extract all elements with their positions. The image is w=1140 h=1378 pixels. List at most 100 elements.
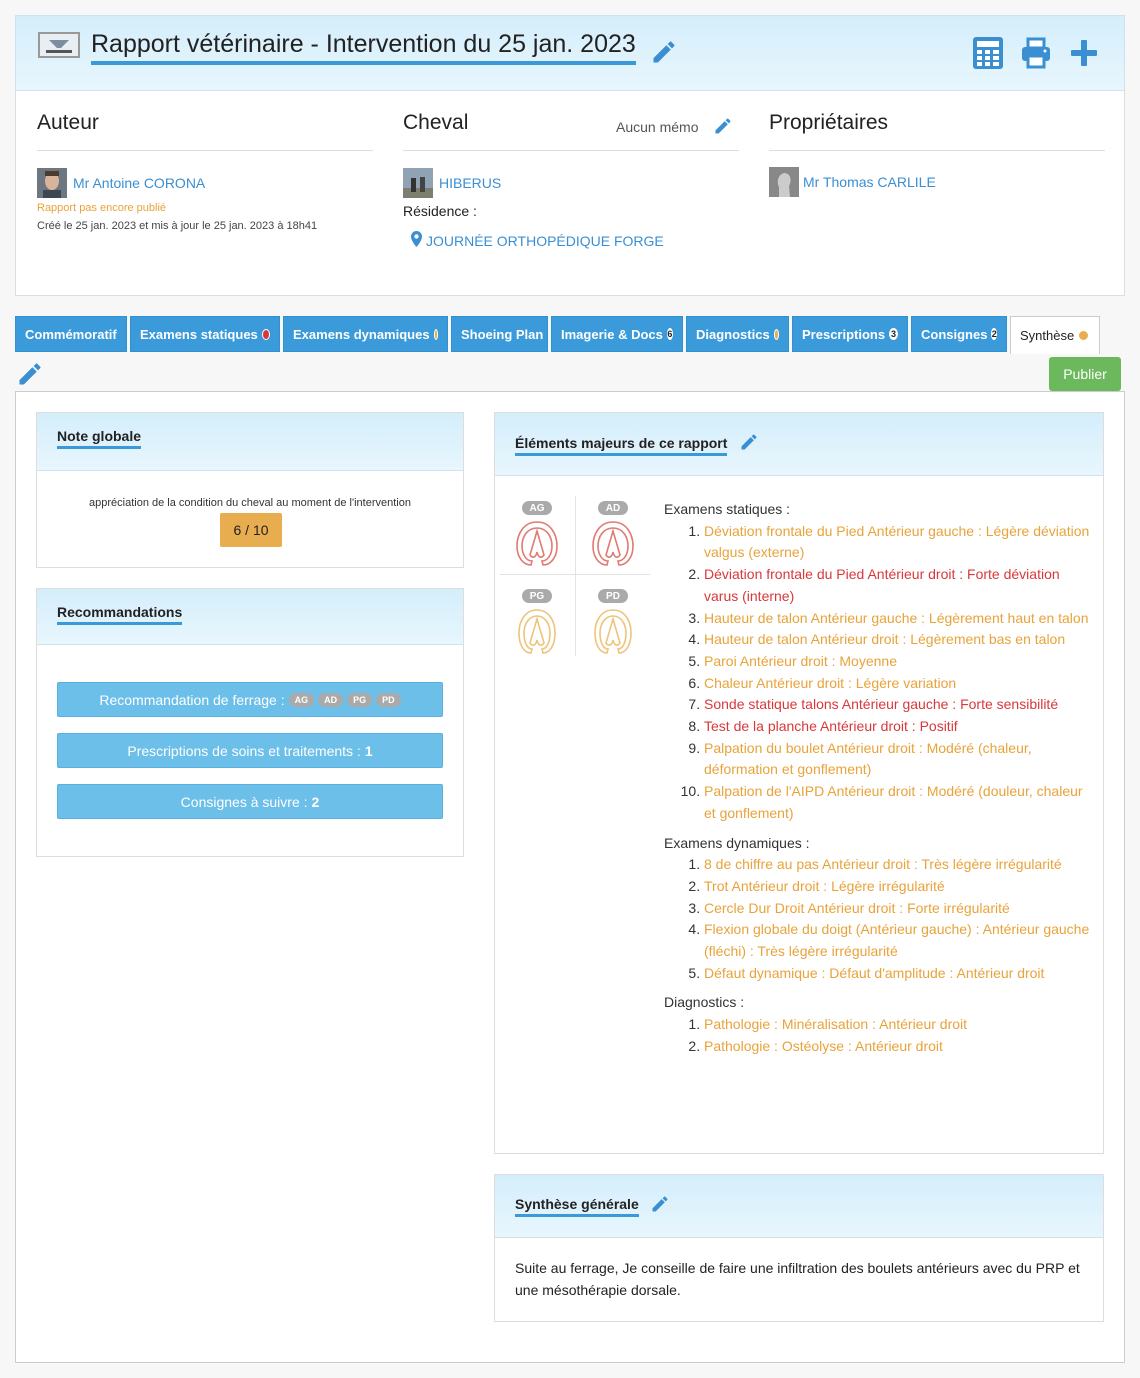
hoof-chip: PG — [347, 692, 373, 707]
list-item[interactable]: Hauteur de talon Antérieur gauche : Légè… — [704, 608, 1094, 630]
prescriptions-button[interactable]: Prescriptions de soins et traitements : … — [57, 733, 443, 768]
note-globale-panel: Note globale appréciation de la conditio… — [36, 412, 464, 568]
hoof-pd[interactable]: PD — [576, 589, 651, 669]
panel-title: Éléments majeurs de ce rapport — [515, 435, 728, 456]
tab-consignes[interactable]: Consignes 2 — [911, 316, 1007, 352]
hoof-map: AG AD PG PD — [500, 496, 650, 656]
publish-button[interactable]: Publier — [1049, 357, 1121, 391]
panel-header: Éléments majeurs de ce rapport — [495, 413, 1103, 476]
elements-list: Examens statiques : Déviation frontale d… — [664, 499, 1094, 1066]
residence-link[interactable]: JOURNÉE ORTHOPÉDIQUE FORGE — [426, 233, 664, 249]
list-item[interactable]: Palpation de l'AIPD Antérieur droit : Mo… — [704, 781, 1094, 824]
status-dot — [433, 328, 438, 340]
list-item[interactable]: Cercle Dur Droit Antérieur droit : Forte… — [704, 898, 1094, 920]
cheval-heading: Cheval — [403, 111, 469, 134]
tab-synthese[interactable]: Synthèse — [1010, 316, 1100, 354]
tab-label: Imagerie & Docs — [561, 326, 663, 342]
horse-link[interactable]: HIBERUS — [439, 175, 501, 191]
hoof-chip: AG — [288, 692, 315, 707]
list-item[interactable]: Pathologie : Ostéolyse : Antérieur droit — [704, 1036, 1094, 1058]
list-item[interactable]: Trot Antérieur droit : Légère irrégulari… — [704, 876, 1094, 898]
list-item[interactable]: Paroi Antérieur droit : Moyenne — [704, 651, 1094, 673]
publish-status: Rapport pas encore publié — [37, 202, 167, 214]
report-info-card: Auteur Mr Antoine CORONA Rapport pas enc… — [15, 91, 1125, 296]
print-icon[interactable] — [1020, 36, 1052, 70]
button-count: 2 — [311, 793, 320, 810]
ferrage-recommendation-button[interactable]: Recommandation de ferrage : AG AD PG PD — [57, 682, 443, 717]
section-title: Diagnostics : — [664, 994, 745, 1011]
list-item[interactable]: Déviation frontale du Pied Antérieur dro… — [704, 564, 1094, 607]
residence-label: Résidence : — [403, 203, 477, 219]
list-item[interactable]: Chaleur Antérieur droit : Légère variati… — [704, 673, 1094, 695]
author-link[interactable]: Mr Antoine CORONA — [73, 175, 205, 191]
tab-label: Prescriptions — [802, 326, 886, 342]
list-item[interactable]: Flexion globale du doigt (Antérieur gauc… — [704, 919, 1094, 962]
divider — [403, 150, 739, 151]
list-item[interactable]: Test de la planche Antérieur droit : Pos… — [704, 716, 1094, 738]
edit-synthese-pencil-icon[interactable] — [650, 1194, 670, 1219]
tab-label: Synthèse — [1020, 328, 1075, 343]
tab-prescriptions[interactable]: Prescriptions 3 — [792, 316, 908, 352]
list-item[interactable]: Sonde statique talons Antérieur gauche :… — [704, 694, 1094, 716]
tab-label: Examens dynamiques — [293, 326, 430, 342]
list-item[interactable]: Pathologie : Minéralisation : Antérieur … — [704, 1014, 1094, 1036]
add-icon[interactable] — [1068, 36, 1100, 70]
tab-shoeing-plan[interactable]: Shoeing Plan — [451, 316, 548, 352]
edit-title-pencil-icon[interactable] — [650, 38, 678, 71]
tab-label: Consignes — [921, 326, 988, 342]
status-dot — [261, 328, 270, 340]
hoof-label: AG — [522, 501, 552, 515]
hoof-chip: AD — [318, 692, 344, 707]
synthese-generale-panel: Synthèse générale Suite au ferrage, Je c… — [494, 1174, 1104, 1322]
author-avatar — [37, 168, 67, 198]
panel-header: Note globale — [37, 413, 463, 471]
location-pin-icon — [411, 231, 422, 252]
hoof-ag[interactable]: AG — [500, 501, 575, 581]
hoof-label: AD — [598, 501, 628, 515]
button-label: Consignes à suivre : — [180, 793, 308, 810]
tab-label: Diagnostics — [696, 326, 770, 342]
report-dates: Créé le 25 jan. 2023 et mis à jour le 25… — [37, 220, 318, 232]
tab-examens-statiques[interactable]: Examens statiques — [130, 316, 280, 352]
tab-imagerie-docs[interactable]: Imagerie & Docs 6 — [551, 316, 683, 352]
edit-memo-pencil-icon[interactable] — [713, 116, 733, 141]
tab-commemoratif[interactable]: Commémoratif — [15, 316, 127, 352]
button-label: Prescriptions de soins et traitements : — [127, 742, 361, 759]
button-label: Recommandation de ferrage : — [99, 691, 285, 708]
hoof-pg[interactable]: PG — [500, 589, 575, 669]
consignes-button[interactable]: Consignes à suivre : 2 — [57, 784, 443, 819]
count-badge: 6 — [666, 328, 673, 340]
page-title: Rapport vétérinaire - Intervention du 25… — [91, 30, 636, 65]
owner-link[interactable]: Mr Thomas CARLILE — [803, 174, 936, 190]
list-item[interactable]: Défaut dynamique : Défaut d'amplitude : … — [704, 963, 1094, 985]
calculator-icon[interactable] — [972, 36, 1004, 70]
examens-dynamiques-list: 8 de chiffre au pas Antérieur droit : Tr… — [664, 854, 1094, 984]
list-item[interactable]: 8 de chiffre au pas Antérieur droit : Tr… — [704, 854, 1094, 876]
hoof-ad[interactable]: AD — [576, 501, 651, 581]
list-item[interactable]: Hauteur de talon Antérieur droit : Légèr… — [704, 629, 1094, 651]
section-title: Examens dynamiques : — [664, 834, 810, 851]
diagnostics-list: Pathologie : Minéralisation : Antérieur … — [664, 1014, 1094, 1057]
report-tabs: Commémoratif Examens statiques Examens d… — [15, 316, 1100, 354]
recommandations-panel: Recommandations Recommandation de ferrag… — [36, 588, 464, 857]
edit-elements-pencil-icon[interactable] — [739, 432, 759, 457]
divider — [769, 150, 1105, 151]
hoof-label: PD — [598, 589, 628, 603]
note-description: appréciation de la condition du cheval a… — [89, 497, 411, 509]
count-badge: 2 — [991, 328, 997, 340]
list-item[interactable]: Déviation frontale du Pied Antérieur gau… — [704, 521, 1094, 564]
tab-label: Examens statiques — [140, 326, 258, 342]
elements-majeurs-panel: Éléments majeurs de ce rapport AG AD PG … — [494, 412, 1104, 1154]
tab-diagnostics[interactable]: Diagnostics — [686, 316, 789, 352]
examens-statiques-list: Déviation frontale du Pied Antérieur gau… — [664, 521, 1094, 825]
panel-header: Synthèse générale — [495, 1175, 1103, 1238]
button-count: 1 — [364, 742, 373, 759]
tab-examens-dynamiques[interactable]: Examens dynamiques — [283, 316, 448, 352]
note-score[interactable]: 6 / 10 — [220, 513, 282, 547]
panel-title: Note globale — [57, 428, 142, 449]
tab-label: Commémoratif — [25, 326, 117, 342]
status-dot — [1078, 330, 1090, 341]
list-item[interactable]: Palpation du boulet Antérieur droit : Mo… — [704, 738, 1094, 781]
edit-tabs-pencil-icon[interactable] — [16, 360, 44, 393]
divider — [37, 150, 373, 151]
